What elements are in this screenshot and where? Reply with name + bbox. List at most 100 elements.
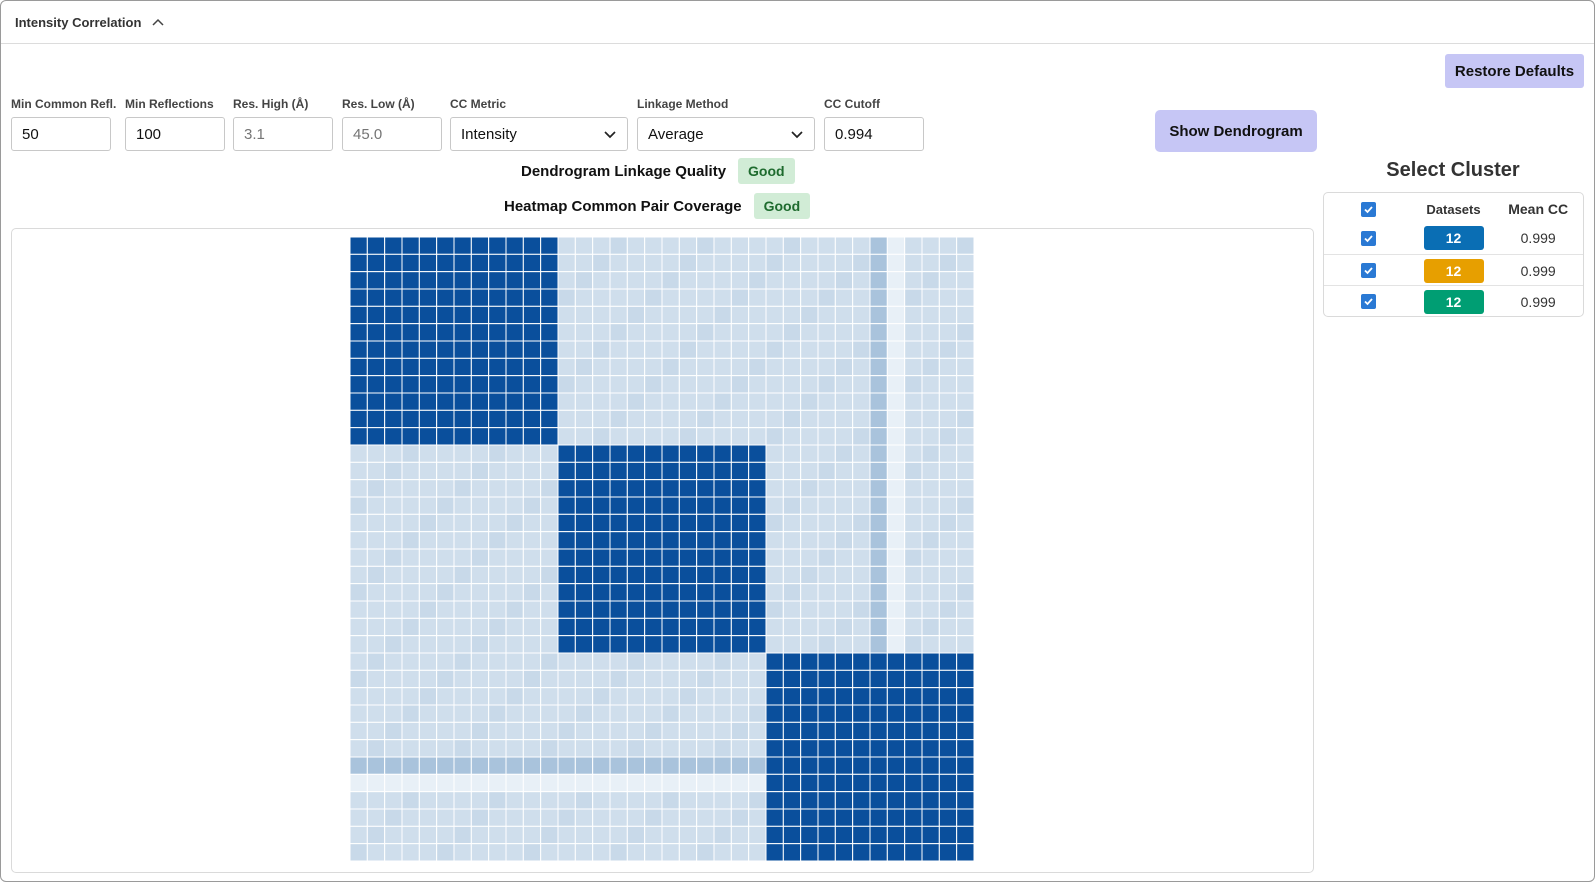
heatmap-cell[interactable] [592,392,611,411]
heatmap-cell[interactable] [418,791,438,810]
heatmap-cell[interactable] [384,357,403,377]
heatmap-cell[interactable] [522,739,542,758]
heatmap-cell[interactable] [852,461,871,481]
heatmap-cell[interactable] [800,617,819,637]
heatmap-cell[interactable] [696,565,715,585]
heatmap-cell[interactable] [626,583,646,602]
heatmap-cell[interactable] [834,652,854,671]
heatmap-cell[interactable] [350,409,368,429]
heatmap-cell[interactable] [696,392,715,411]
heatmap-cell[interactable] [384,808,403,827]
heatmap-cell[interactable] [938,791,958,810]
heatmap-cell[interactable] [661,340,680,359]
heatmap-cell[interactable] [609,600,628,619]
heatmap-cell[interactable] [626,739,646,758]
heatmap-cell[interactable] [713,340,732,359]
heatmap-cell[interactable] [956,513,974,533]
heatmap-cell[interactable] [713,237,732,255]
heatmap-cell[interactable] [401,271,420,290]
heatmap-cell[interactable] [574,704,594,723]
heatmap-cell[interactable] [696,548,715,567]
heatmap-cell[interactable] [938,652,958,671]
heatmap-cell[interactable] [436,600,455,619]
heatmap-cell[interactable] [852,271,871,290]
heatmap-cell[interactable] [418,271,438,290]
heatmap-cell[interactable] [869,652,888,671]
heatmap-cell[interactable] [366,773,386,793]
heatmap-cell[interactable] [852,652,871,671]
heatmap-cell[interactable] [730,479,750,498]
heatmap-cell[interactable] [453,375,472,394]
heatmap-cell[interactable] [401,756,420,775]
heatmap-cell[interactable] [470,271,490,290]
heatmap-cell[interactable] [350,271,368,290]
heatmap-cell[interactable] [921,271,940,290]
heatmap-cell[interactable] [817,375,836,394]
heatmap-cell[interactable] [817,808,836,827]
heatmap-cell[interactable] [626,271,646,290]
heatmap-cell[interactable] [765,479,784,498]
heatmap-cell[interactable] [488,635,507,654]
heatmap-cell[interactable] [852,756,871,775]
heatmap-cell[interactable] [730,756,750,775]
heatmap-cell[interactable] [350,583,368,602]
heatmap-cell[interactable] [540,323,559,342]
heatmap-cell[interactable] [626,635,646,654]
heatmap-cell[interactable] [852,548,871,567]
heatmap-cell[interactable] [366,843,386,861]
heatmap-cell[interactable] [453,825,472,845]
heatmap-cell[interactable] [904,444,923,463]
heatmap-cell[interactable] [522,271,542,290]
heatmap-cell[interactable] [782,461,802,481]
heatmap-cell[interactable] [782,704,802,723]
panel-header[interactable]: Intensity Correlation [1,1,1594,44]
heatmap-cell[interactable] [488,548,507,567]
heatmap-cell[interactable] [626,756,646,775]
heatmap-cell[interactable] [522,323,542,342]
heatmap-cell[interactable] [696,340,715,359]
heatmap-cell[interactable] [592,323,611,342]
heatmap-cell[interactable] [696,773,715,793]
heatmap-cell[interactable] [540,357,559,377]
heatmap-cell[interactable] [852,375,871,394]
heatmap-cell[interactable] [522,496,542,515]
heatmap-cell[interactable] [904,357,923,377]
heatmap-cell[interactable] [852,721,871,741]
heatmap-cell[interactable] [488,617,507,637]
heatmap-cell[interactable] [453,271,472,290]
heatmap-cell[interactable] [453,583,472,602]
heatmap-cell[interactable] [869,617,888,637]
heatmap-cell[interactable] [852,617,871,637]
heatmap-cell[interactable] [730,669,750,689]
heatmap-cell[interactable] [592,600,611,619]
heatmap-cell[interactable] [470,739,490,758]
heatmap-cell[interactable] [626,253,646,273]
heatmap-cell[interactable] [401,323,420,342]
heatmap-cell[interactable] [748,427,767,446]
heatmap-cell[interactable] [644,808,663,827]
heatmap-cell[interactable] [401,565,420,585]
heatmap-cell[interactable] [921,375,940,394]
heatmap-cell[interactable] [765,513,784,533]
heatmap-cell[interactable] [436,617,455,637]
heatmap-cell[interactable] [366,548,386,567]
heatmap-cell[interactable] [678,617,698,637]
heatmap-cell[interactable] [904,548,923,567]
heatmap-cell[interactable] [557,531,576,550]
heatmap-cell[interactable] [852,444,871,463]
heatmap-cell[interactable] [609,825,628,845]
heatmap-cell[interactable] [540,444,559,463]
heatmap-cell[interactable] [384,600,403,619]
heatmap-cell[interactable] [713,288,732,307]
heatmap-cell[interactable] [921,444,940,463]
heatmap-cell[interactable] [730,600,750,619]
heatmap-cell[interactable] [366,531,386,550]
heatmap-cell[interactable] [453,305,472,325]
heatmap-cell[interactable] [696,721,715,741]
heatmap-cell[interactable] [488,825,507,845]
heatmap-cell[interactable] [644,773,663,793]
heatmap-cell[interactable] [350,392,368,411]
heatmap-cell[interactable] [609,617,628,637]
heatmap-cell[interactable] [869,444,888,463]
heatmap-cell[interactable] [401,409,420,429]
